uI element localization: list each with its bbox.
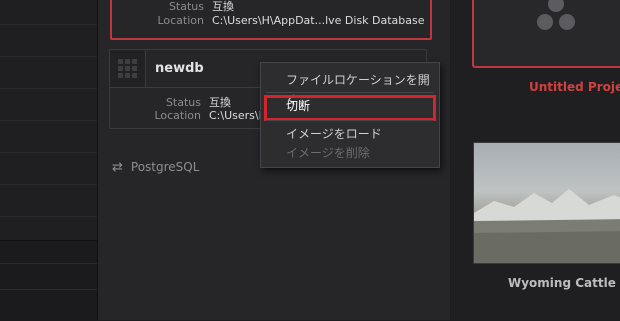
- list-divider: [0, 24, 97, 25]
- menu-item-open-file-location[interactable]: ファイルロケーションを開く: [261, 70, 439, 107]
- project-title: Untitled Projec: [529, 80, 620, 94]
- project-title: Wyoming Cattle Ra: [508, 276, 620, 290]
- location-label: Location: [154, 109, 201, 122]
- menu-item-label: イメージを削除: [286, 146, 370, 160]
- status-row: Status 互換: [122, 0, 234, 14]
- left-list-panel: [0, 0, 98, 321]
- list-divider: [0, 216, 97, 217]
- menu-item-delete-image: イメージを削除: [261, 143, 439, 163]
- postgresql-section[interactable]: ⇄ PostgreSQL: [112, 160, 199, 175]
- list-divider: [0, 152, 97, 153]
- resolve-logo-icon: [537, 0, 575, 30]
- list-divider: [0, 56, 97, 57]
- context-menu: ファイルロケーションを開く 切断 イメージをロード イメージを削除: [260, 62, 440, 168]
- location-row: Location C:\Users\H: [119, 109, 267, 122]
- location-row: Location C:\Users\H\AppDat...lve Disk Dat…: [122, 14, 425, 27]
- left-footer: [0, 240, 97, 321]
- list-divider: [0, 120, 97, 121]
- status-label: Status: [165, 96, 201, 109]
- landscape-image: [474, 189, 620, 263]
- database-icon: [110, 50, 146, 87]
- list-divider: [0, 184, 97, 185]
- database-name: newdb: [155, 61, 204, 76]
- database-card-selected[interactable]: Status 互換 Location C:\Users\H\AppDat...lve…: [110, 0, 432, 40]
- swap-arrows-icon: ⇄: [112, 160, 123, 175]
- menu-separator: [266, 120, 434, 121]
- project-thumbnail-selected[interactable]: [472, 0, 620, 68]
- menu-separator: [266, 92, 434, 93]
- status-value: 互換: [209, 96, 231, 109]
- location-value: C:\Users\H: [209, 109, 267, 122]
- highlight-annotation: [264, 95, 436, 121]
- database-grid-icon: [118, 59, 137, 78]
- location-label: Location: [157, 14, 204, 27]
- location-value: C:\Users\H\AppDat...lve Disk Database: [212, 14, 425, 27]
- menu-item-label: イメージをロード: [286, 127, 382, 141]
- status-label: Status: [168, 0, 204, 13]
- status-row: Status 互換: [119, 94, 231, 110]
- menu-item-load-image[interactable]: イメージをロード: [261, 124, 439, 144]
- list-divider: [0, 263, 97, 264]
- list-divider: [0, 289, 97, 290]
- postgresql-label: PostgreSQL: [130, 160, 200, 174]
- project-panel: Untitled Projec Wyoming Cattle Ra: [451, 0, 620, 320]
- status-value: 互換: [212, 0, 234, 13]
- project-thumbnail[interactable]: [473, 142, 620, 264]
- list-divider: [0, 88, 97, 89]
